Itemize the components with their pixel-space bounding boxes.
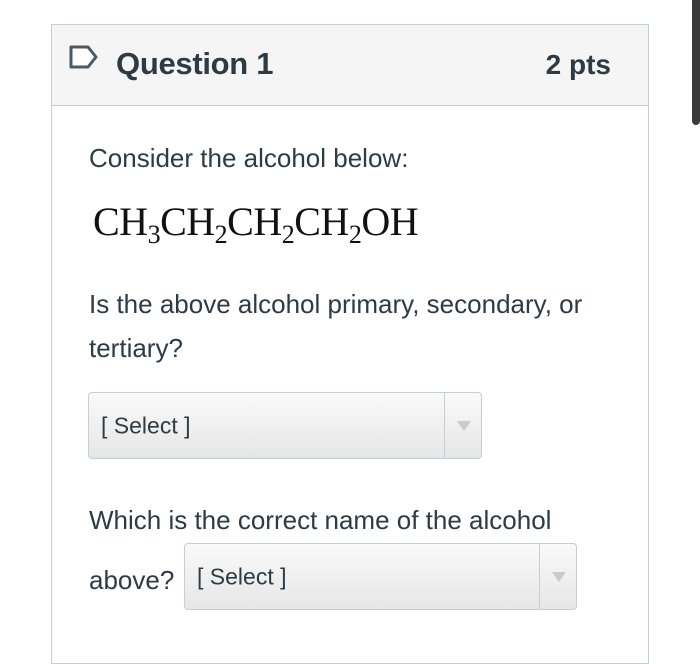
name-select-value: [ Select ]	[197, 563, 287, 589]
caret-down-icon	[552, 571, 566, 582]
classification-select-value: [ Select ]	[101, 412, 191, 438]
classification-select[interactable]: [ Select ]	[88, 392, 482, 459]
name-select[interactable]: [ Select ]	[184, 543, 577, 610]
question-intro: Consider the alcohol below:	[89, 143, 409, 173]
question-prompt-name: Which is the correct name of the alcohol	[89, 505, 552, 535]
caret-down-icon	[457, 420, 471, 431]
chemical-formula: CH3CH2CH2CH2OH	[93, 199, 419, 249]
page-scrollbar[interactable]	[692, 0, 700, 125]
question-title: Question 1	[116, 46, 274, 81]
question-prompt-classification: Is the above alcohol primary, secondary,…	[89, 289, 583, 363]
dropdown-arrow	[539, 544, 576, 609]
question-header: Question 1 2 pts	[52, 25, 648, 106]
question-points: 2 pts	[545, 49, 611, 80]
question-prompt-name-line2: above?	[89, 565, 175, 595]
dropdown-arrow	[444, 393, 481, 458]
flag-question-icon[interactable]	[68, 43, 100, 71]
